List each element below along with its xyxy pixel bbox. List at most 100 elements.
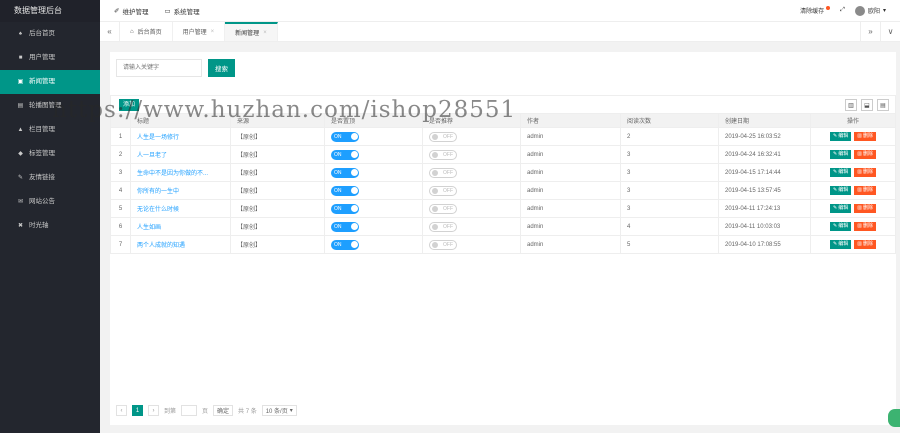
row-author: admin [520,145,621,164]
row-rec-cell: OFF [422,199,521,218]
edit-button[interactable]: ✎ 编辑 [830,168,852,177]
recommend-toggle[interactable]: OFF [429,185,457,196]
per-page-select[interactable]: 10 条/页 ▾ [261,405,297,416]
edit-button[interactable]: ✎ 编辑 [830,240,852,249]
row-title-link[interactable]: 生命中不是因为你做的不... [130,163,231,182]
row-title-link[interactable]: 无论在什么时候 [130,199,231,218]
recommend-toggle[interactable]: OFF [429,149,457,160]
row-title-link[interactable]: 你所有的一生中 [130,181,231,200]
tab-item[interactable]: 新闻管理 × [225,22,278,41]
top-nav-item[interactable]: ▭ 系统管理 [164,6,199,16]
sidebar-item[interactable]: ✖ 时光轴 [0,214,100,238]
edit-button[interactable]: ✎ 编辑 [830,186,852,195]
row-views: 3 [620,163,719,182]
delete-button[interactable]: ▥ 删除 [854,204,876,213]
row-title-link[interactable]: 人生是一场修行 [130,127,231,146]
recommend-toggle[interactable]: OFF [429,221,457,232]
page-unit-label: 页 [202,409,209,415]
row-date: 2019-04-24 16:32:41 [718,145,811,164]
delete-button[interactable]: ▥ 删除 [854,240,876,249]
next-page-button[interactable]: › [148,405,159,416]
edit-button[interactable]: ✎ 编辑 [830,132,852,141]
row-date: 2019-04-10 17:08:55 [718,235,811,254]
floating-widget[interactable] [888,409,900,427]
tag-icon: ◆ [18,151,23,157]
sidebar-item[interactable]: ■ 用户管理 [0,46,100,70]
sidebar-item[interactable]: ▤ 轮播图管理 [0,94,100,118]
close-icon[interactable]: × [263,30,267,36]
recommend-toggle[interactable]: OFF [429,131,457,142]
row-actions: ✎ 编辑 ▥ 删除 [817,150,889,159]
row-title-link[interactable]: 人一旦老了 [130,145,231,164]
top-toggle[interactable]: ON [331,131,359,142]
sidebar-item-label: 友情链接 [29,174,55,181]
tab-item[interactable]: ⌂ 后台首页 [120,22,173,41]
edit-label: 编辑 [838,187,849,193]
export-icon[interactable]: ⬓ [861,99,873,111]
row-actions: ✎ 编辑 ▥ 删除 [817,240,889,249]
row-date: 2019-04-15 17:14:44 [718,163,811,182]
sidebar-item[interactable]: ▣ 新闻管理 [0,70,100,94]
row-views: 3 [620,145,719,164]
top-toggle[interactable]: ON [331,239,359,250]
column-header: 是否推荐 [422,113,521,128]
top-toggle[interactable]: ON [331,149,359,160]
row-author: admin [520,181,621,200]
edit-label: 编辑 [838,241,849,247]
page-1-button[interactable]: 1 [132,405,143,416]
sidebar-item[interactable]: ♠ 后台首页 [0,22,100,46]
edit-button[interactable]: ✎ 编辑 [830,150,852,159]
delete-button[interactable]: ▥ 删除 [854,186,876,195]
tabs-menu-icon[interactable]: ∨ [880,22,900,41]
row-title-link[interactable]: 两个人成就的知遇 [130,235,231,254]
app-title: 数据管理后台 [0,0,100,22]
tab-item[interactable]: 用户管理 × [173,22,226,41]
link-icon: ✎ [17,175,24,181]
goto-page-input[interactable] [181,405,198,416]
trash-icon: ▥ [857,187,862,193]
edit-label: 编辑 [838,205,849,211]
delete-button[interactable]: ▥ 删除 [854,168,876,177]
table-tools: ▥ ⬓ ▤ [845,99,889,111]
pagination: ‹ 1 › 到第 页 确定 共 7 条 10 条/页 ▾ [116,405,297,416]
top-toggle[interactable]: ON [331,167,359,178]
trash-icon: ▥ [857,151,862,157]
row-index: 2 [110,145,131,164]
edit-label: 编辑 [838,133,849,139]
sidebar-item[interactable]: ◆ 标签管理 [0,142,100,166]
prev-page-button[interactable]: ‹ [116,405,127,416]
print-icon[interactable]: ▤ [877,99,889,111]
fullscreen-icon[interactable]: ⤢ [840,7,845,14]
search-input[interactable] [116,59,202,77]
close-icon[interactable]: × [211,29,215,35]
recommend-toggle[interactable]: OFF [429,167,457,178]
delete-button[interactable]: ▥ 删除 [854,132,876,141]
recommend-toggle[interactable]: OFF [429,203,457,214]
delete-button[interactable]: ▥ 删除 [854,150,876,159]
column-header: 作者 [520,113,621,128]
top-toggle[interactable]: ON [331,203,359,214]
edit-label: 编辑 [838,169,849,175]
user-name: 欧阳 [867,9,880,15]
edit-button[interactable]: ✎ 编辑 [830,204,852,213]
edit-button[interactable]: ✎ 编辑 [830,222,852,231]
delete-button[interactable]: ▥ 删除 [854,222,876,231]
user-menu[interactable]: 欧阳 ▾ [854,5,886,16]
search-button[interactable]: 搜索 [208,59,235,77]
row-title-link[interactable]: 人生如画 [130,217,231,236]
top-nav-item[interactable]: ✐ 维护管理 [114,6,148,16]
recommend-toggle[interactable]: OFF [429,239,457,250]
clear-cache-button[interactable]: 清除缓存 [800,6,831,15]
top-toggle[interactable]: ON [331,221,359,232]
goto-confirm-button[interactable]: 确定 [213,405,234,416]
sidebar-item[interactable]: ✎ 友情链接 [0,166,100,190]
column-header: 创建日期 [718,113,811,128]
columns-filter-icon[interactable]: ▥ [845,99,857,111]
caret-down-icon: ▾ [882,8,886,14]
tabs-scroll-left-icon[interactable]: « [100,22,120,41]
tabs-scroll-right-icon[interactable]: » [860,22,880,41]
add-button[interactable]: 添加 [119,99,140,111]
sidebar-item[interactable]: ✉ 网站公告 [0,190,100,214]
top-toggle[interactable]: ON [331,185,359,196]
sidebar-item[interactable]: ▲ 栏目管理 [0,118,100,142]
